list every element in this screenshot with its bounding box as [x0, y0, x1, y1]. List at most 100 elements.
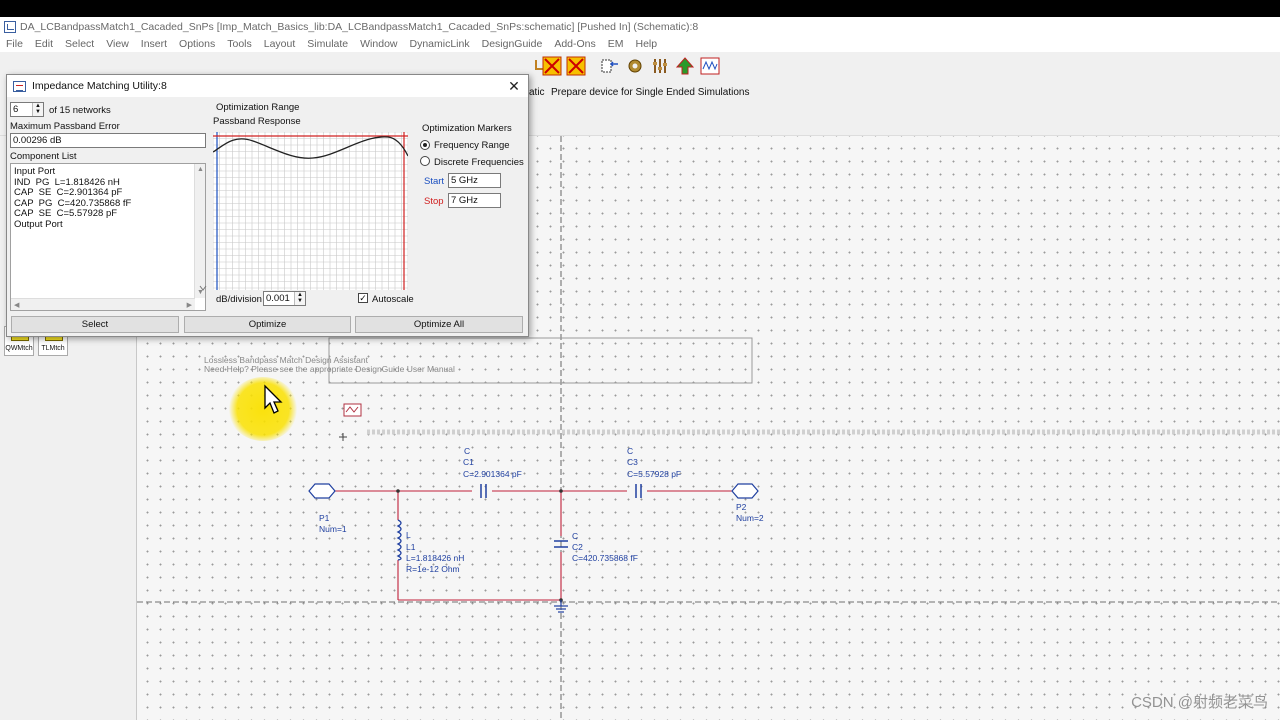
- max-error-value: 0.00296 dB: [13, 135, 62, 146]
- palette-item-label: QWMtch: [5, 345, 33, 352]
- network-index-spinner[interactable]: 6 ▲ ▼: [10, 102, 44, 117]
- start-frequency-field[interactable]: 5 GHz: [448, 173, 501, 188]
- discrete-frequencies-radio[interactable]: [420, 156, 430, 166]
- menu-dynamiclink[interactable]: DynamicLink: [410, 38, 470, 50]
- c3-name: C3: [627, 457, 638, 467]
- gear-icon[interactable]: [624, 55, 646, 77]
- optimize-all-button[interactable]: Optimize All: [355, 316, 523, 333]
- impedance-matching-dialog: Impedance Matching Utility:8 ✕ 6 ▲ ▼ of 1…: [6, 74, 529, 337]
- p2-num: Num=2: [736, 513, 764, 523]
- scroll-right-icon[interactable]: ▶: [187, 301, 192, 309]
- menu-file[interactable]: File: [6, 38, 23, 50]
- close-icon[interactable]: ✕: [506, 78, 522, 94]
- menu-help[interactable]: Help: [636, 38, 658, 50]
- max-error-label: Maximum Passband Error: [10, 121, 120, 132]
- menu-designguide[interactable]: DesignGuide: [482, 38, 543, 50]
- stop-frequency-value: 7 GHz: [451, 195, 478, 206]
- stop-frequency-field[interactable]: 7 GHz: [448, 193, 501, 208]
- l1-name: L1: [406, 542, 416, 552]
- select-button[interactable]: Select: [11, 316, 179, 333]
- l1-resistance: R=1e-12 Ohm: [406, 564, 460, 574]
- port-p2: [731, 483, 759, 499]
- list-item[interactable]: Output Port: [11, 219, 205, 231]
- dialog-title: Impedance Matching Utility:8: [32, 80, 167, 92]
- prepare-single-ended-button[interactable]: Prepare device for Single Ended Simulati…: [551, 87, 749, 98]
- window-titlebar: DA_LCBandpassMatch1_Cacaded_SnPs [Imp_Ma…: [0, 17, 1280, 36]
- menu-simulate[interactable]: Simulate: [307, 38, 348, 50]
- menu-view[interactable]: View: [106, 38, 129, 50]
- list-vertical-scrollbar[interactable]: ▲ ▼: [194, 164, 205, 298]
- wires: [335, 490, 732, 601]
- network-index-value: 6: [13, 104, 19, 115]
- c1-value: C=2.901364 pF: [463, 469, 522, 479]
- component-list[interactable]: Input Port IND PG L=1.818426 nH CAP SE C…: [10, 163, 206, 311]
- stop-label: Stop: [424, 196, 444, 207]
- optimize-button[interactable]: Optimize: [184, 316, 351, 333]
- window-title: DA_LCBandpassMatch1_Cacaded_SnPs [Imp_Ma…: [20, 20, 699, 33]
- menu-bar: File Edit Select View Insert Options Too…: [0, 36, 1280, 52]
- mouse-pointer-icon: [264, 384, 283, 414]
- menu-layout[interactable]: Layout: [264, 38, 296, 50]
- p1-num: Num=1: [319, 524, 347, 534]
- component-list-label: Component List: [10, 151, 77, 162]
- c2-name: C2: [572, 542, 583, 552]
- menu-em[interactable]: EM: [608, 38, 624, 50]
- dialog-app-icon: [13, 80, 26, 92]
- note-box: [328, 337, 753, 384]
- optimize-icon[interactable]: [674, 55, 696, 77]
- capacitor-c3: [635, 484, 642, 498]
- markers-label: Optimization Markers: [422, 123, 512, 134]
- palette-item-label: TLMtch: [41, 345, 65, 352]
- c2-type: C: [572, 531, 578, 541]
- frequency-range-radio[interactable]: [420, 140, 430, 150]
- menu-options[interactable]: Options: [179, 38, 215, 50]
- inductor-l1: [396, 519, 402, 561]
- max-error-field[interactable]: 0.00296 dB: [10, 133, 206, 148]
- network-count-label: of 15 networks: [49, 105, 111, 116]
- scroll-up-icon[interactable]: ▲: [197, 166, 204, 173]
- menu-tools[interactable]: Tools: [227, 38, 252, 50]
- c3-type: C: [627, 446, 633, 456]
- c1-name: C1: [463, 457, 474, 467]
- discrete-frequencies-label: Discrete Frequencies: [434, 157, 524, 168]
- spinner-arrows-icon[interactable]: ▲ ▼: [294, 292, 305, 305]
- graph-scroll-arrow-icon[interactable]: [197, 282, 209, 294]
- list-item[interactable]: Input Port: [11, 166, 205, 178]
- menu-edit[interactable]: Edit: [35, 38, 53, 50]
- capacitor-c1: [480, 484, 487, 498]
- list-horizontal-scrollbar[interactable]: ◀ ▶: [11, 298, 195, 310]
- list-item[interactable]: CAP SE C=2.901364 pF: [11, 187, 205, 199]
- menu-addons[interactable]: Add-Ons: [554, 38, 595, 50]
- c1-type: C: [464, 446, 470, 456]
- opt-range-label: Optimization Range: [216, 102, 300, 113]
- list-item[interactable]: CAP SE C=5.57928 pF: [11, 208, 205, 220]
- short-component-icon[interactable]: [565, 55, 587, 77]
- p2-name: P2: [736, 502, 747, 512]
- passband-plot: [212, 131, 409, 290]
- start-label: Start: [424, 176, 445, 187]
- start-frequency-value: 5 GHz: [451, 175, 478, 186]
- tune-icon[interactable]: [649, 55, 671, 77]
- watermark: CSDN @射频老菜鸟: [1131, 694, 1268, 711]
- screen-top-bar: [0, 0, 1280, 17]
- dialog-titlebar: Impedance Matching Utility:8 ✕: [7, 75, 528, 97]
- push-into-hierarchy-icon[interactable]: [599, 55, 621, 77]
- note-line-2: Need Help? Please see the appropriate De…: [204, 364, 455, 374]
- c3-value: C=5.57928 pF: [627, 469, 681, 479]
- spinner-arrows-icon[interactable]: ▲ ▼: [32, 103, 43, 116]
- display-data-icon[interactable]: [699, 55, 721, 77]
- scroll-left-icon[interactable]: ◀: [14, 301, 19, 309]
- passband-response-graph: [212, 131, 409, 290]
- toolbar-partial-label[interactable]: atic: [529, 87, 545, 98]
- ads-app-icon: [4, 20, 16, 33]
- autoscale-checkbox[interactable]: ✓: [358, 293, 368, 303]
- deactivate-icon[interactable]: [541, 55, 563, 77]
- menu-insert[interactable]: Insert: [141, 38, 167, 50]
- db-division-spinner[interactable]: 0.001 ▲ ▼: [263, 291, 306, 306]
- menu-select[interactable]: Select: [65, 38, 94, 50]
- p1-name: P1: [319, 513, 330, 523]
- autoscale-label: Autoscale: [372, 294, 414, 305]
- ads-schematic-window: DA_LCBandpassMatch1_Cacaded_SnPs [Imp_Ma…: [0, 17, 1280, 720]
- passband-response-label: Passband Response: [213, 116, 301, 127]
- menu-window[interactable]: Window: [360, 38, 397, 50]
